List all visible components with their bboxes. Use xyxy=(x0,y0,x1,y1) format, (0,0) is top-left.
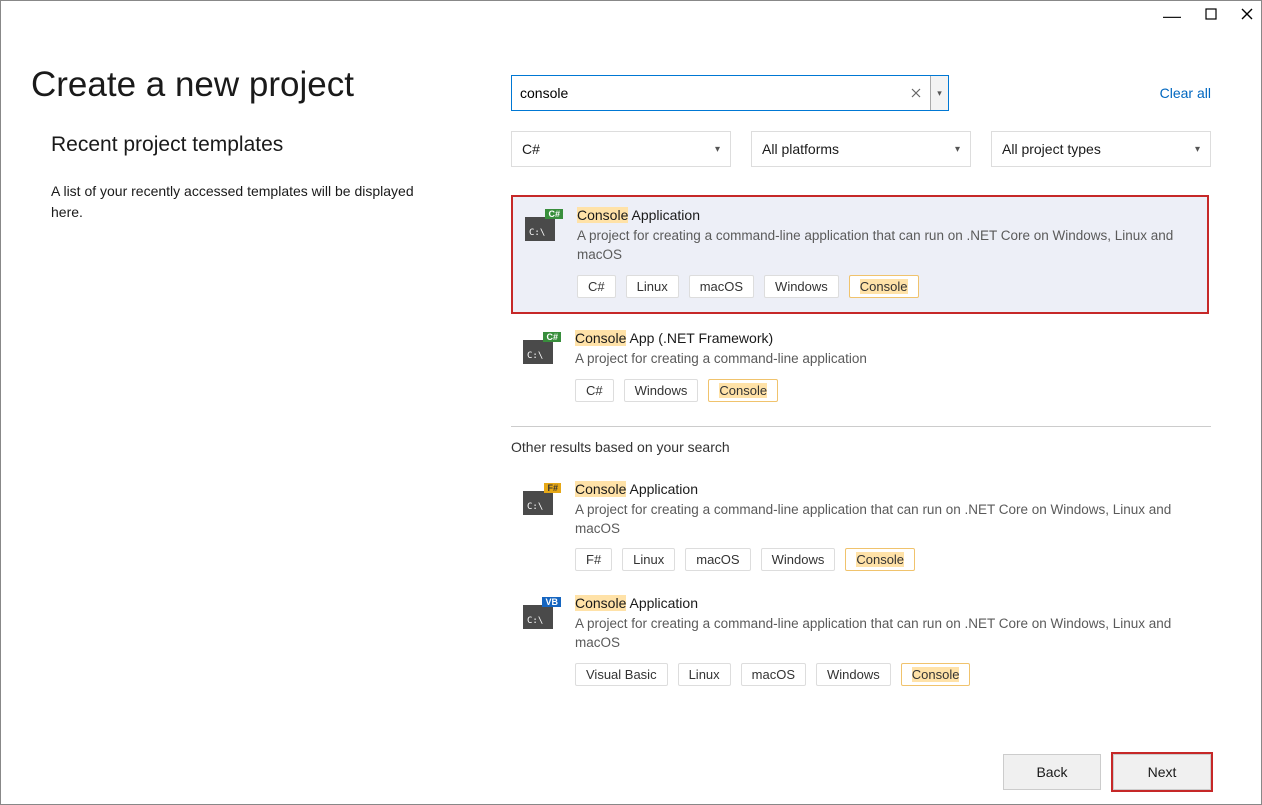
template-desc: A project for creating a command-line ap… xyxy=(575,615,1199,653)
template-desc: A project for creating a command-line ap… xyxy=(577,227,1195,265)
template-tag: Windows xyxy=(764,275,839,298)
template-tags: C# Linux macOS Windows Console xyxy=(577,275,1195,298)
language-filter-value: C# xyxy=(522,141,540,157)
back-button[interactable]: Back xyxy=(1003,754,1101,790)
template-tags: F# Linux macOS Windows Console xyxy=(575,548,1199,571)
template-item[interactable]: C:\C# Console Application A project for cr… xyxy=(511,195,1209,314)
template-tag: macOS xyxy=(685,548,750,571)
search-input[interactable] xyxy=(512,76,902,110)
recent-templates-heading: Recent project templates xyxy=(51,133,471,157)
maximize-button[interactable] xyxy=(1205,7,1217,25)
template-tag: Console xyxy=(901,663,971,686)
template-tag: Windows xyxy=(816,663,891,686)
page-title: Create a new project xyxy=(31,65,471,105)
clear-all-link[interactable]: Clear all xyxy=(1160,85,1211,101)
template-tag: Console xyxy=(845,548,915,571)
template-title: Console Application xyxy=(575,481,1199,497)
template-list: C:\C# Console Application A project for cr… xyxy=(511,195,1211,416)
template-tag: macOS xyxy=(741,663,806,686)
template-tag: Console xyxy=(708,379,778,402)
window-titlebar: — xyxy=(1,1,1261,31)
template-tags: Visual Basic Linux macOS Windows Console xyxy=(575,663,1199,686)
search-box[interactable]: ▾ xyxy=(511,75,949,111)
template-tag: Console xyxy=(849,275,919,298)
other-template-list: C:\F# Console Application A project for cr… xyxy=(511,471,1211,701)
recent-templates-desc: A list of your recently accessed templat… xyxy=(51,181,421,223)
template-item[interactable]: C:\F# Console Application A project for cr… xyxy=(511,471,1211,586)
template-item[interactable]: C:\C# Console App (.NET Framework) A proje… xyxy=(511,320,1211,416)
template-tag: Visual Basic xyxy=(575,663,668,686)
template-tag: C# xyxy=(577,275,616,298)
project-type-filter[interactable]: All project types xyxy=(991,131,1211,167)
search-clear-icon[interactable] xyxy=(902,76,930,110)
template-tags: C# Windows Console xyxy=(575,379,1199,402)
template-tag: Windows xyxy=(624,379,699,402)
template-desc: A project for creating a command-line ap… xyxy=(575,501,1199,539)
template-tag: Linux xyxy=(622,548,675,571)
template-icon: C:\C# xyxy=(523,334,559,366)
project-type-filter-value: All project types xyxy=(1002,141,1101,157)
template-tag: C# xyxy=(575,379,614,402)
platform-filter-value: All platforms xyxy=(762,141,839,157)
template-title: Console App (.NET Framework) xyxy=(575,330,1199,346)
next-button[interactable]: Next xyxy=(1113,754,1211,790)
other-results-heading: Other results based on your search xyxy=(511,426,1211,455)
language-filter[interactable]: C# xyxy=(511,131,731,167)
template-tag: Windows xyxy=(761,548,836,571)
template-tag: Linux xyxy=(626,275,679,298)
minimize-button[interactable]: — xyxy=(1163,6,1181,27)
template-icon: C:\C# xyxy=(525,211,561,243)
template-title: Console Application xyxy=(577,207,1195,223)
template-desc: A project for creating a command-line ap… xyxy=(575,350,1199,369)
template-icon: C:\VB xyxy=(523,599,559,631)
template-tag: Linux xyxy=(678,663,731,686)
platform-filter[interactable]: All platforms xyxy=(751,131,971,167)
close-button[interactable] xyxy=(1241,7,1253,25)
template-title: Console Application xyxy=(575,595,1199,611)
template-tag: macOS xyxy=(689,275,754,298)
template-item[interactable]: C:\VB Console Application A project for cr… xyxy=(511,585,1211,700)
search-dropdown-toggle[interactable]: ▾ xyxy=(930,76,948,110)
template-icon: C:\F# xyxy=(523,485,559,517)
template-tag: F# xyxy=(575,548,612,571)
